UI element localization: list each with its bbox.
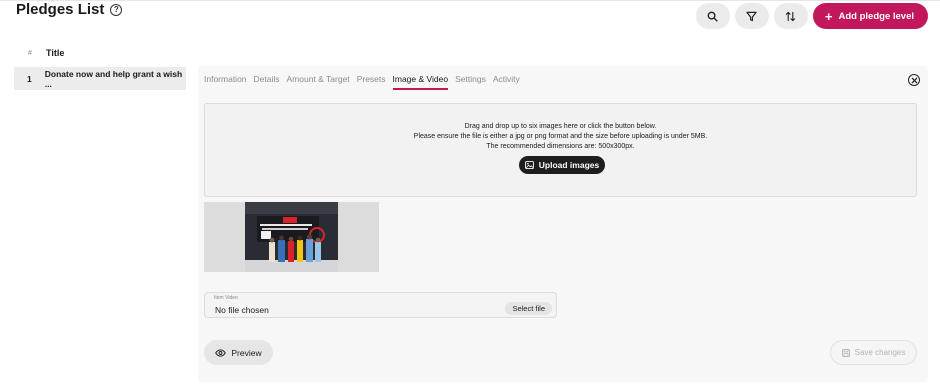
page-title: Pledges List ? xyxy=(16,1,123,18)
image-dropzone[interactable]: Drag and drop up to six images here or c… xyxy=(204,103,917,197)
image-icon xyxy=(524,161,534,169)
list-item-title: Donate now and help grant a wish ... xyxy=(44,68,183,89)
uploaded-photo xyxy=(245,202,338,272)
preview-button[interactable]: Preview xyxy=(204,340,273,365)
uploaded-image-thumbnail[interactable] xyxy=(204,202,379,272)
filter-icon xyxy=(746,11,758,21)
item-video-value: No file chosen xyxy=(215,305,269,315)
tab-settings[interactable]: Settings xyxy=(455,74,486,90)
eye-icon xyxy=(215,348,227,357)
tab-presets[interactable]: Presets xyxy=(357,74,386,90)
sort-button[interactable] xyxy=(773,3,808,29)
select-file-button[interactable]: Select file xyxy=(505,302,552,315)
add-pledge-level-label: Add pledge level xyxy=(838,10,915,22)
tab-information[interactable]: Information xyxy=(204,74,247,90)
photo-illustration xyxy=(245,202,338,272)
preview-label: Preview xyxy=(231,347,262,358)
tab-image-video[interactable]: Image & Video xyxy=(392,74,449,90)
save-changes-label: Save changes xyxy=(854,348,906,357)
dropzone-line-3: The recommended dimensions are: 500x300p… xyxy=(486,143,635,150)
item-video-field[interactable]: Item Video No file chosen Select file xyxy=(204,292,557,318)
close-panel-button[interactable] xyxy=(908,74,920,86)
filter-button[interactable] xyxy=(734,3,769,29)
dropzone-instructions: Drag and drop up to six images here or c… xyxy=(205,122,916,152)
top-divider xyxy=(0,0,940,1)
tab-amount-target[interactable]: Amount & Target xyxy=(287,74,350,90)
page-title-text: Pledges List xyxy=(16,1,105,18)
help-icon[interactable]: ? xyxy=(110,3,123,16)
tab-activity[interactable]: Activity xyxy=(493,74,520,90)
save-changes-button[interactable]: Save changes xyxy=(830,340,917,365)
search-button[interactable] xyxy=(695,3,730,29)
save-icon xyxy=(841,348,850,357)
upload-images-label: Upload images xyxy=(538,160,600,170)
close-icon xyxy=(911,77,917,83)
pledge-detail-panel: Information Details Amount & Target Pres… xyxy=(198,66,928,382)
add-pledge-level-button[interactable]: + Add pledge level xyxy=(812,3,928,29)
upload-images-button[interactable]: Upload images xyxy=(519,156,605,174)
toolbar: + Add pledge level xyxy=(695,3,928,29)
sort-icon xyxy=(786,11,796,21)
list-header: # Title xyxy=(14,48,186,58)
dropzone-line-1: Drag and drop up to six images here or c… xyxy=(464,123,657,130)
dropzone-line-2: Please ensure the file is either a jpg o… xyxy=(413,133,708,140)
tab-bar: Information Details Amount & Target Pres… xyxy=(204,74,520,90)
plus-icon: + xyxy=(824,8,833,24)
column-header-title: Title xyxy=(46,48,65,58)
column-header-number: # xyxy=(28,49,32,57)
list-item-number: 1 xyxy=(27,73,32,84)
list-item[interactable]: 1 Donate now and help grant a wish ... xyxy=(14,67,186,90)
search-icon xyxy=(708,11,718,22)
item-video-label: Item Video xyxy=(214,295,238,301)
tab-details[interactable]: Details xyxy=(254,74,280,90)
